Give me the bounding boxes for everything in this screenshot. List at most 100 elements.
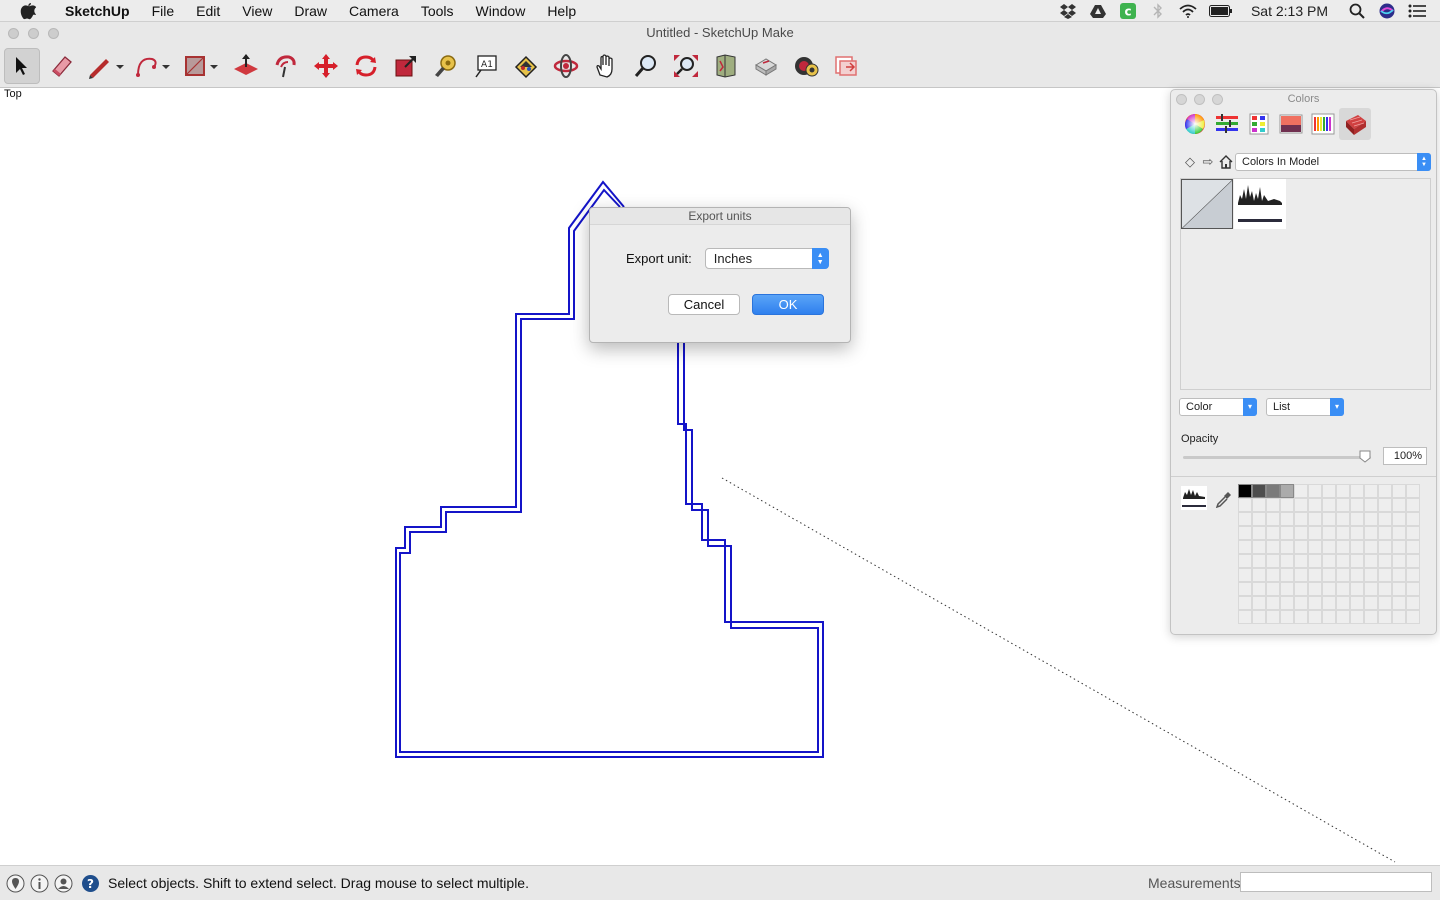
color-sliders-tab[interactable] [1211, 108, 1243, 140]
crayons-tab[interactable] [1307, 108, 1339, 140]
palette-cell[interactable] [1322, 596, 1336, 610]
palette-cell[interactable] [1280, 554, 1294, 568]
custom-color-palette[interactable] [1238, 484, 1420, 624]
slider-thumb[interactable] [1359, 450, 1371, 463]
palette-cell[interactable] [1252, 512, 1266, 526]
palette-cell[interactable] [1252, 484, 1266, 498]
palette-cell[interactable] [1392, 498, 1406, 512]
palette-cell[interactable] [1252, 554, 1266, 568]
palette-cell[interactable] [1294, 610, 1308, 624]
material-collection-select[interactable]: Colors In Model ▲ ▼ [1235, 153, 1431, 171]
current-material-swatch[interactable] [1181, 486, 1207, 510]
palette-cell[interactable] [1364, 596, 1378, 610]
palette-cell[interactable] [1350, 540, 1364, 554]
color-wheel-tab[interactable] [1179, 108, 1211, 140]
palette-cell[interactable] [1280, 610, 1294, 624]
palette-cell[interactable] [1294, 484, 1308, 498]
palette-cell[interactable] [1294, 498, 1308, 512]
palette-cell[interactable] [1392, 526, 1406, 540]
palette-cell[interactable] [1350, 568, 1364, 582]
palette-cell[interactable] [1336, 526, 1350, 540]
menu-app-name[interactable]: SketchUp [54, 0, 141, 22]
opacity-slider[interactable] [1183, 450, 1371, 463]
menu-window[interactable]: Window [465, 0, 537, 22]
palette-cell[interactable] [1322, 610, 1336, 624]
palette-cell[interactable] [1322, 526, 1336, 540]
palette-cell[interactable] [1392, 540, 1406, 554]
zoom-extents-tool-button[interactable] [668, 48, 704, 84]
forward-arrow-icon[interactable]: ⇨ [1199, 154, 1217, 170]
window-zoom-button[interactable] [48, 28, 59, 39]
previous-view-tool-button[interactable] [708, 48, 744, 84]
menu-edit[interactable]: Edit [185, 0, 231, 22]
palette-cell[interactable] [1378, 582, 1392, 596]
palette-cell[interactable] [1364, 554, 1378, 568]
palette-cell[interactable] [1378, 498, 1392, 512]
palette-cell[interactable] [1336, 568, 1350, 582]
palette-cell[interactable] [1308, 498, 1322, 512]
palette-cell[interactable] [1308, 554, 1322, 568]
clock[interactable]: Sat 2:13 PM [1251, 3, 1328, 19]
palette-cell[interactable] [1238, 540, 1252, 554]
orbit-tool-button[interactable] [548, 48, 584, 84]
palette-cell[interactable] [1336, 582, 1350, 596]
image-material-swatch[interactable] [1234, 179, 1286, 229]
palette-cell[interactable] [1336, 540, 1350, 554]
home-icon[interactable] [1217, 154, 1235, 170]
palette-cell[interactable] [1406, 568, 1420, 582]
palette-cell[interactable] [1350, 526, 1364, 540]
palette-cell[interactable] [1252, 526, 1266, 540]
notification-center-icon[interactable] [1408, 3, 1426, 19]
palette-cell[interactable] [1336, 554, 1350, 568]
offset-tool-button[interactable] [268, 48, 304, 84]
palette-cell[interactable] [1238, 526, 1252, 540]
send-to-layout-button[interactable] [828, 48, 864, 84]
palette-cell[interactable] [1350, 484, 1364, 498]
palette-cell[interactable] [1280, 512, 1294, 526]
palette-cell[interactable] [1406, 540, 1420, 554]
menu-file[interactable]: File [141, 0, 186, 22]
palette-cell[interactable] [1364, 512, 1378, 526]
measurements-field[interactable] [1240, 872, 1432, 892]
rotate-tool-button[interactable] [348, 48, 384, 84]
help-icon[interactable]: ? [81, 874, 100, 893]
palette-cell[interactable] [1392, 512, 1406, 526]
palette-cell[interactable] [1336, 610, 1350, 624]
palette-cell[interactable] [1406, 512, 1420, 526]
palette-cell[interactable] [1252, 582, 1266, 596]
palette-cell[interactable] [1252, 610, 1266, 624]
view-mode-select[interactable]: List ▾ [1266, 398, 1344, 416]
palette-cell[interactable] [1392, 582, 1406, 596]
palette-cell[interactable] [1266, 540, 1280, 554]
palette-cell[interactable] [1364, 568, 1378, 582]
palette-cell[interactable] [1350, 582, 1364, 596]
palette-cell[interactable] [1294, 582, 1308, 596]
palette-cell[interactable] [1406, 610, 1420, 624]
palette-cell[interactable] [1280, 582, 1294, 596]
palette-cell[interactable] [1238, 610, 1252, 624]
cancel-button[interactable]: Cancel [668, 294, 740, 315]
palette-cell[interactable] [1364, 582, 1378, 596]
palette-cell[interactable] [1364, 484, 1378, 498]
window-close-button[interactable] [8, 28, 19, 39]
palette-cell[interactable] [1378, 526, 1392, 540]
palette-cell[interactable] [1406, 484, 1420, 498]
palette-cell[interactable] [1308, 610, 1322, 624]
palette-cell[interactable] [1280, 498, 1294, 512]
palette-cell[interactable] [1252, 568, 1266, 582]
menu-help[interactable]: Help [536, 0, 587, 22]
palette-cell[interactable] [1322, 554, 1336, 568]
palette-cell[interactable] [1336, 596, 1350, 610]
materials-list[interactable] [1180, 178, 1431, 390]
palette-cell[interactable] [1378, 610, 1392, 624]
menu-tools[interactable]: Tools [410, 0, 465, 22]
zoom-tool-button[interactable] [628, 48, 664, 84]
dropbox-icon[interactable] [1059, 3, 1077, 19]
palette-cell[interactable] [1378, 554, 1392, 568]
panel-minimize-button[interactable] [1194, 94, 1205, 105]
default-material-swatch[interactable] [1181, 179, 1233, 229]
palette-cell[interactable] [1266, 554, 1280, 568]
menu-camera[interactable]: Camera [338, 0, 410, 22]
palette-cell[interactable] [1252, 540, 1266, 554]
move-tool-button[interactable] [308, 48, 344, 84]
